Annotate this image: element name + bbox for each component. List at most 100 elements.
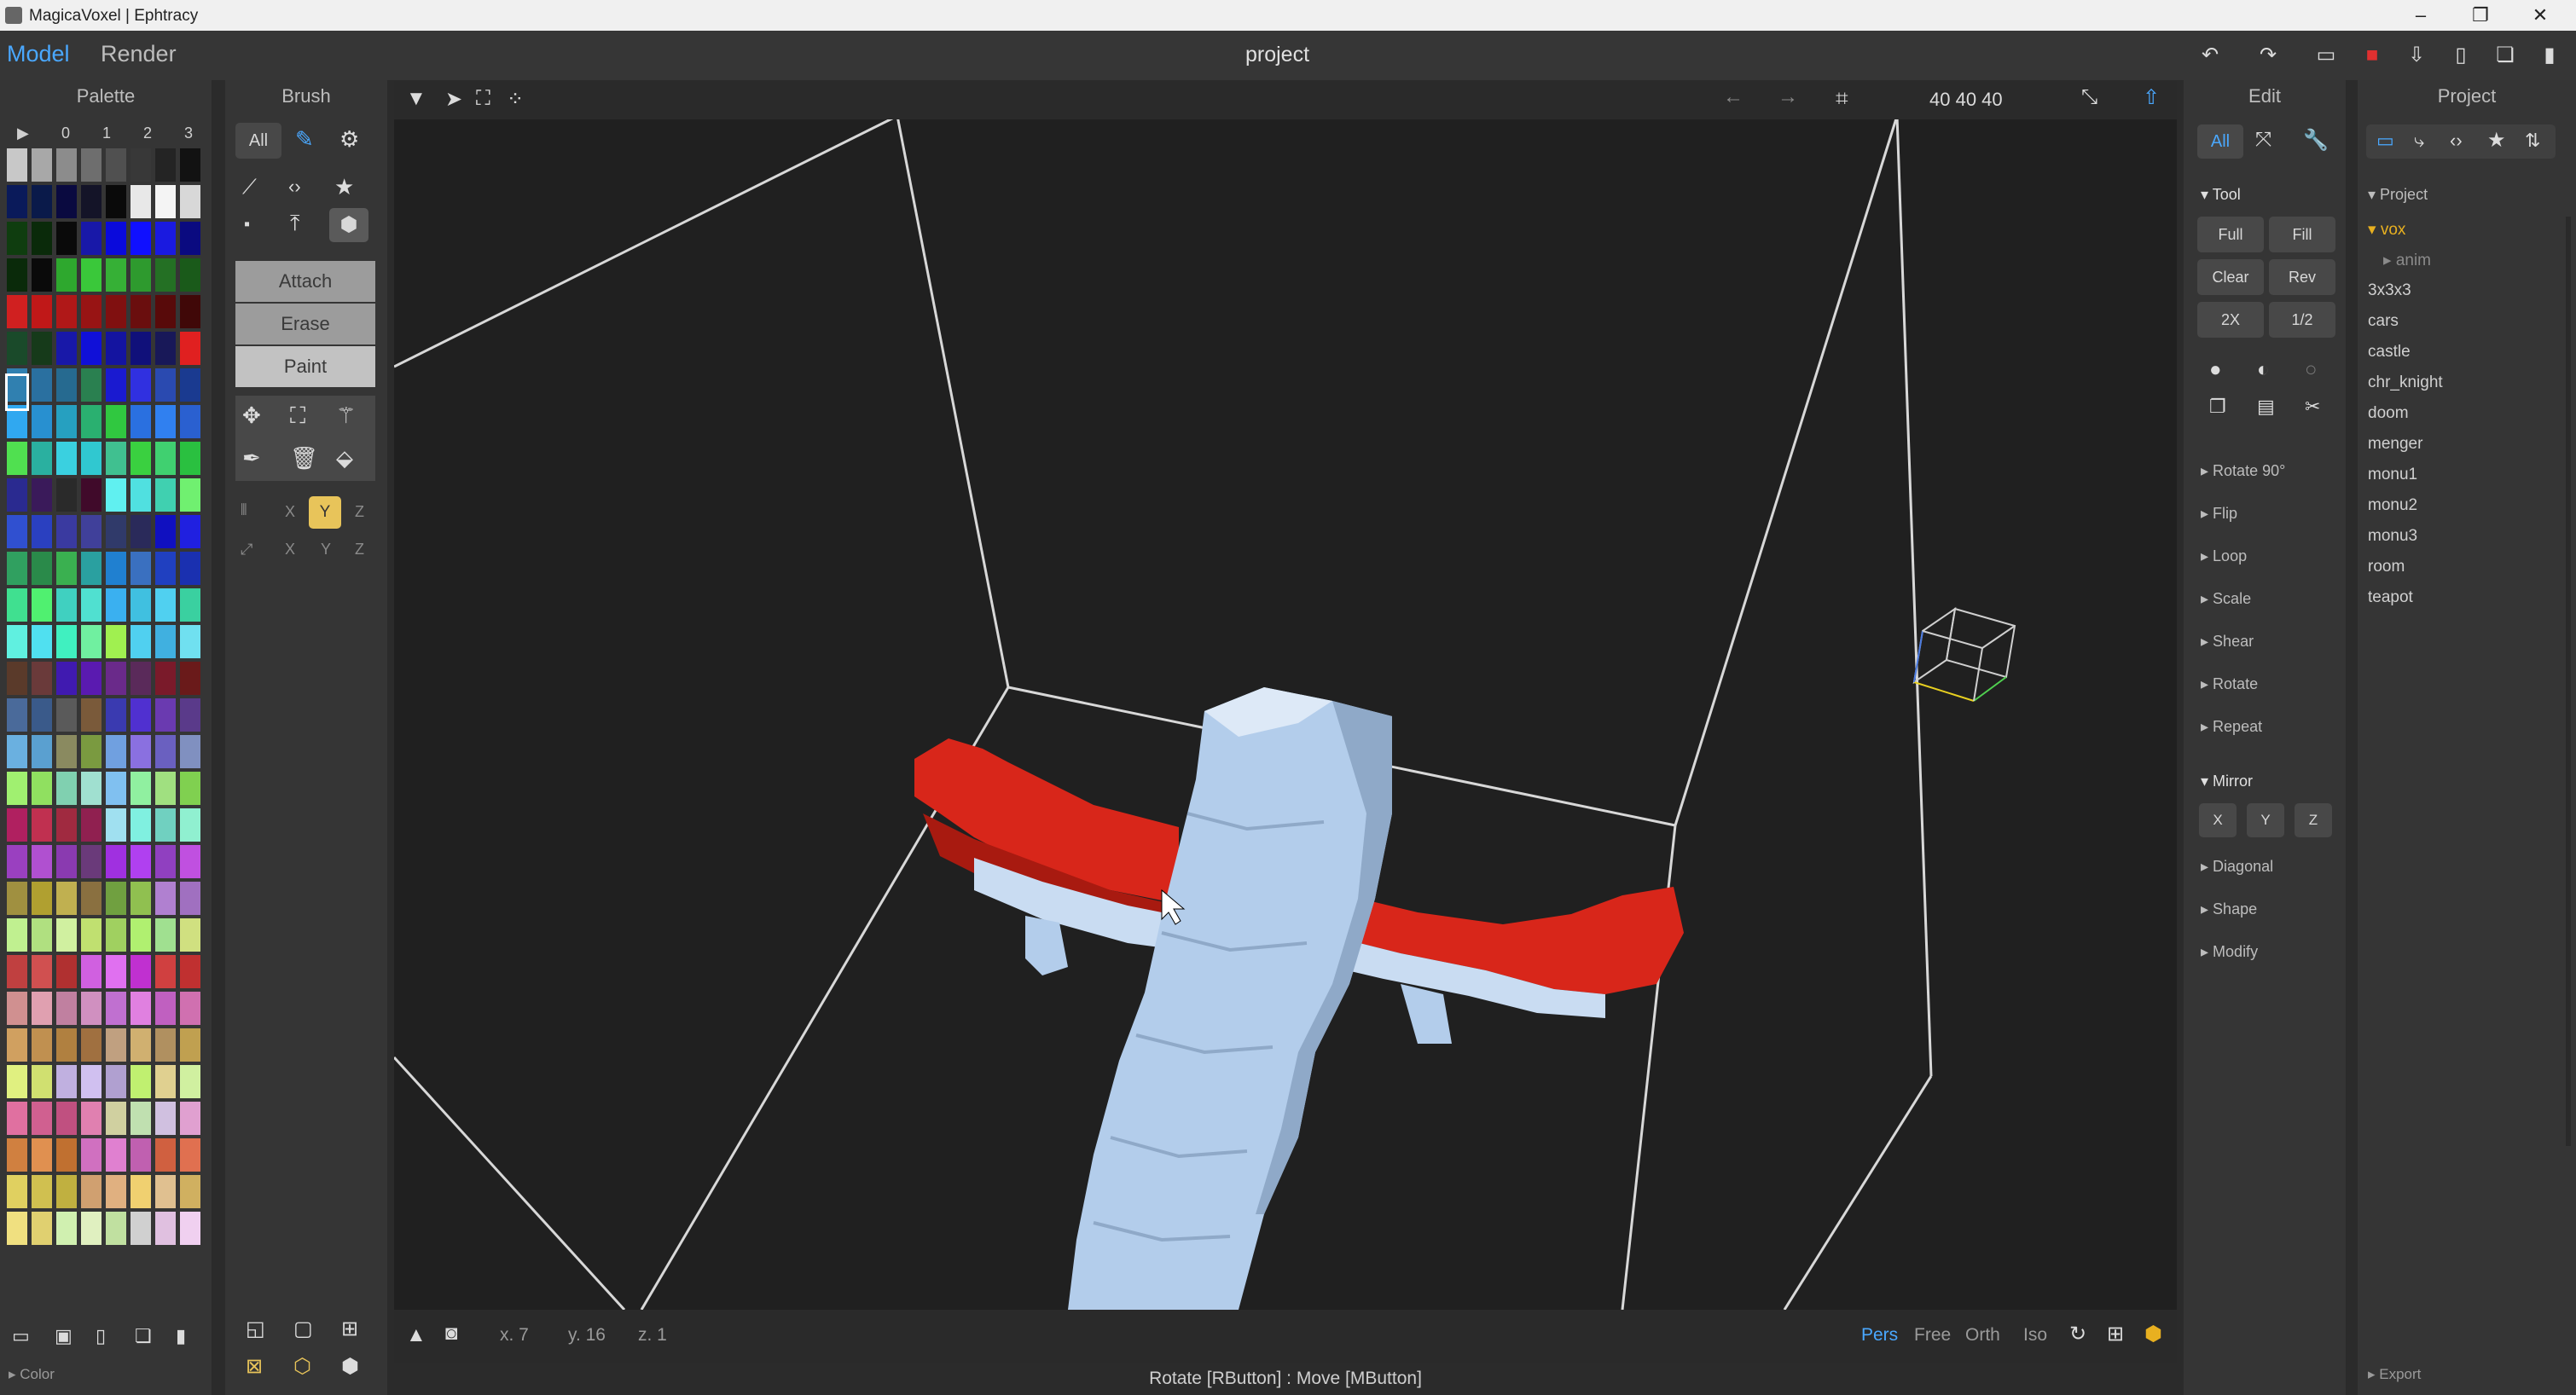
palette-swatch[interactable] — [81, 295, 102, 328]
palette-swatch[interactable] — [32, 1065, 52, 1098]
palette-swatch[interactable] — [32, 992, 52, 1025]
palette-swatch[interactable] — [155, 882, 176, 915]
palette-swatch[interactable] — [180, 405, 200, 438]
palette-swatch[interactable] — [7, 992, 27, 1025]
palette-swatch[interactable] — [81, 772, 102, 805]
code-icon[interactable]: ‹› — [2450, 130, 2463, 152]
palette-swatch[interactable] — [56, 588, 77, 622]
palette-swatch[interactable] — [7, 515, 27, 548]
repeat-section[interactable]: ▸ Repeat — [2201, 718, 2262, 736]
file-item[interactable]: monu3 — [2368, 527, 2417, 546]
palette-swatch[interactable] — [155, 405, 176, 438]
palette-swatch[interactable] — [106, 735, 126, 768]
fill-button[interactable]: Fill — [2269, 217, 2335, 252]
palette-swatch[interactable] — [131, 222, 151, 255]
close-window-button[interactable]: ✕ — [2515, 2, 2566, 29]
palette-swatch[interactable] — [7, 332, 27, 365]
palette-swatch[interactable] — [131, 845, 151, 878]
palette-swatch[interactable] — [180, 1212, 200, 1245]
palette-swatch[interactable] — [131, 185, 151, 218]
palette-swatch[interactable] — [56, 1175, 77, 1208]
minimize-button[interactable]: – — [2395, 2, 2446, 29]
palette-swatch[interactable] — [7, 735, 27, 768]
file-item[interactable]: doom — [2368, 404, 2409, 423]
code-brush-icon[interactable]: ‹› — [288, 176, 301, 198]
palette-swatch[interactable] — [131, 698, 151, 732]
palette-swatch[interactable] — [56, 1212, 77, 1245]
palette-swatch[interactable] — [56, 148, 77, 182]
world-icon[interactable]: ⊠ — [246, 1354, 263, 1379]
folder-vox[interactable]: ▾ vox — [2368, 220, 2405, 240]
palette-swatch[interactable] — [7, 625, 27, 658]
edit-mirror-x[interactable]: X — [2199, 803, 2237, 837]
voxel-model[interactable] — [914, 687, 1684, 1310]
triangle-icon[interactable]: ▲ — [406, 1323, 426, 1347]
palette-swatch[interactable] — [56, 405, 77, 438]
palette-page-2[interactable]: 2 — [143, 124, 152, 142]
palette-swatch[interactable] — [81, 808, 102, 842]
wrench-icon[interactable]: 🔧 — [2303, 128, 2329, 153]
tab-model[interactable]: Model — [7, 41, 70, 67]
palette-swatch[interactable] — [32, 772, 52, 805]
palette-swatch[interactable] — [32, 478, 52, 512]
palette-swatch[interactable] — [81, 845, 102, 878]
palette-swatch[interactable] — [180, 1102, 200, 1135]
palette-swatch[interactable] — [32, 625, 52, 658]
palette-swatch[interactable] — [7, 222, 27, 255]
palette-swatch[interactable] — [155, 148, 176, 182]
move-icon[interactable]: ✥ — [242, 402, 261, 429]
palette-swatch[interactable] — [155, 588, 176, 622]
palette-swatch[interactable] — [56, 918, 77, 952]
palette-swatch[interactable] — [32, 405, 52, 438]
axis-x-button[interactable]: X — [285, 541, 295, 559]
palette-swatch[interactable] — [180, 735, 200, 768]
palette-swatch[interactable] — [7, 1065, 27, 1098]
palette-swatch[interactable] — [56, 1028, 77, 1062]
double-button[interactable]: 2X — [2197, 302, 2264, 338]
palette-swatch[interactable] — [106, 148, 126, 182]
palette-swatch[interactable] — [32, 1028, 52, 1062]
palette-swatch[interactable] — [180, 918, 200, 952]
star-icon[interactable]: ★ — [2487, 128, 2506, 153]
palette-swatch[interactable] — [81, 258, 102, 292]
palette-swatch[interactable] — [56, 808, 77, 842]
export-section[interactable]: ▸ Export — [2368, 1366, 2421, 1383]
palette-swatch[interactable] — [7, 698, 27, 732]
palette-swatch[interactable] — [56, 295, 77, 328]
palette-swatch[interactable] — [131, 625, 151, 658]
palette-swatch[interactable] — [81, 1212, 102, 1245]
palette-swatch[interactable] — [106, 222, 126, 255]
palette-swatch[interactable] — [7, 478, 27, 512]
palette-swatch[interactable] — [56, 258, 77, 292]
palette-swatch[interactable] — [56, 1102, 77, 1135]
layer-icon[interactable]: ◱ — [246, 1317, 265, 1341]
palette-swatch[interactable] — [32, 222, 52, 255]
palette-swatch[interactable] — [32, 515, 52, 548]
sort-icon[interactable]: ⇅ — [2525, 130, 2540, 152]
palette-swatch[interactable] — [56, 882, 77, 915]
export-icon[interactable]: ⇩ — [2404, 43, 2429, 68]
view-pers[interactable]: Pers — [1861, 1325, 1898, 1346]
scale-section[interactable]: ▸ Scale — [2201, 590, 2251, 608]
cube-outline-icon[interactable]: ⬡ — [293, 1354, 311, 1379]
palette-swatch[interactable] — [180, 992, 200, 1025]
palette-swatch[interactable] — [106, 1102, 126, 1135]
palette-swatch[interactable] — [7, 442, 27, 475]
palette-swatch[interactable] — [106, 955, 126, 988]
folder-icon[interactable]: ▭ — [2376, 130, 2394, 152]
palette-swatch[interactable] — [155, 1028, 176, 1062]
copy-file-icon[interactable]: ❏ — [2492, 43, 2518, 68]
tree-icon[interactable]: ⤷ — [2414, 130, 2424, 152]
palette-swatch[interactable] — [81, 185, 102, 218]
palette-swatch[interactable] — [180, 588, 200, 622]
palette-swatch[interactable] — [7, 882, 27, 915]
palette-swatch[interactable] — [32, 295, 52, 328]
palette-swatch[interactable] — [106, 882, 126, 915]
star-icon[interactable]: ★ — [334, 174, 354, 200]
palette-swatch[interactable] — [131, 478, 151, 512]
rotate90-section[interactable]: ▸ Rotate 90° — [2201, 462, 2285, 480]
palette-swatch[interactable] — [32, 845, 52, 878]
mirror-icon[interactable]: ⫴ — [241, 501, 247, 519]
palette-swatch[interactable] — [131, 588, 151, 622]
palette-swatch[interactable] — [106, 478, 126, 512]
